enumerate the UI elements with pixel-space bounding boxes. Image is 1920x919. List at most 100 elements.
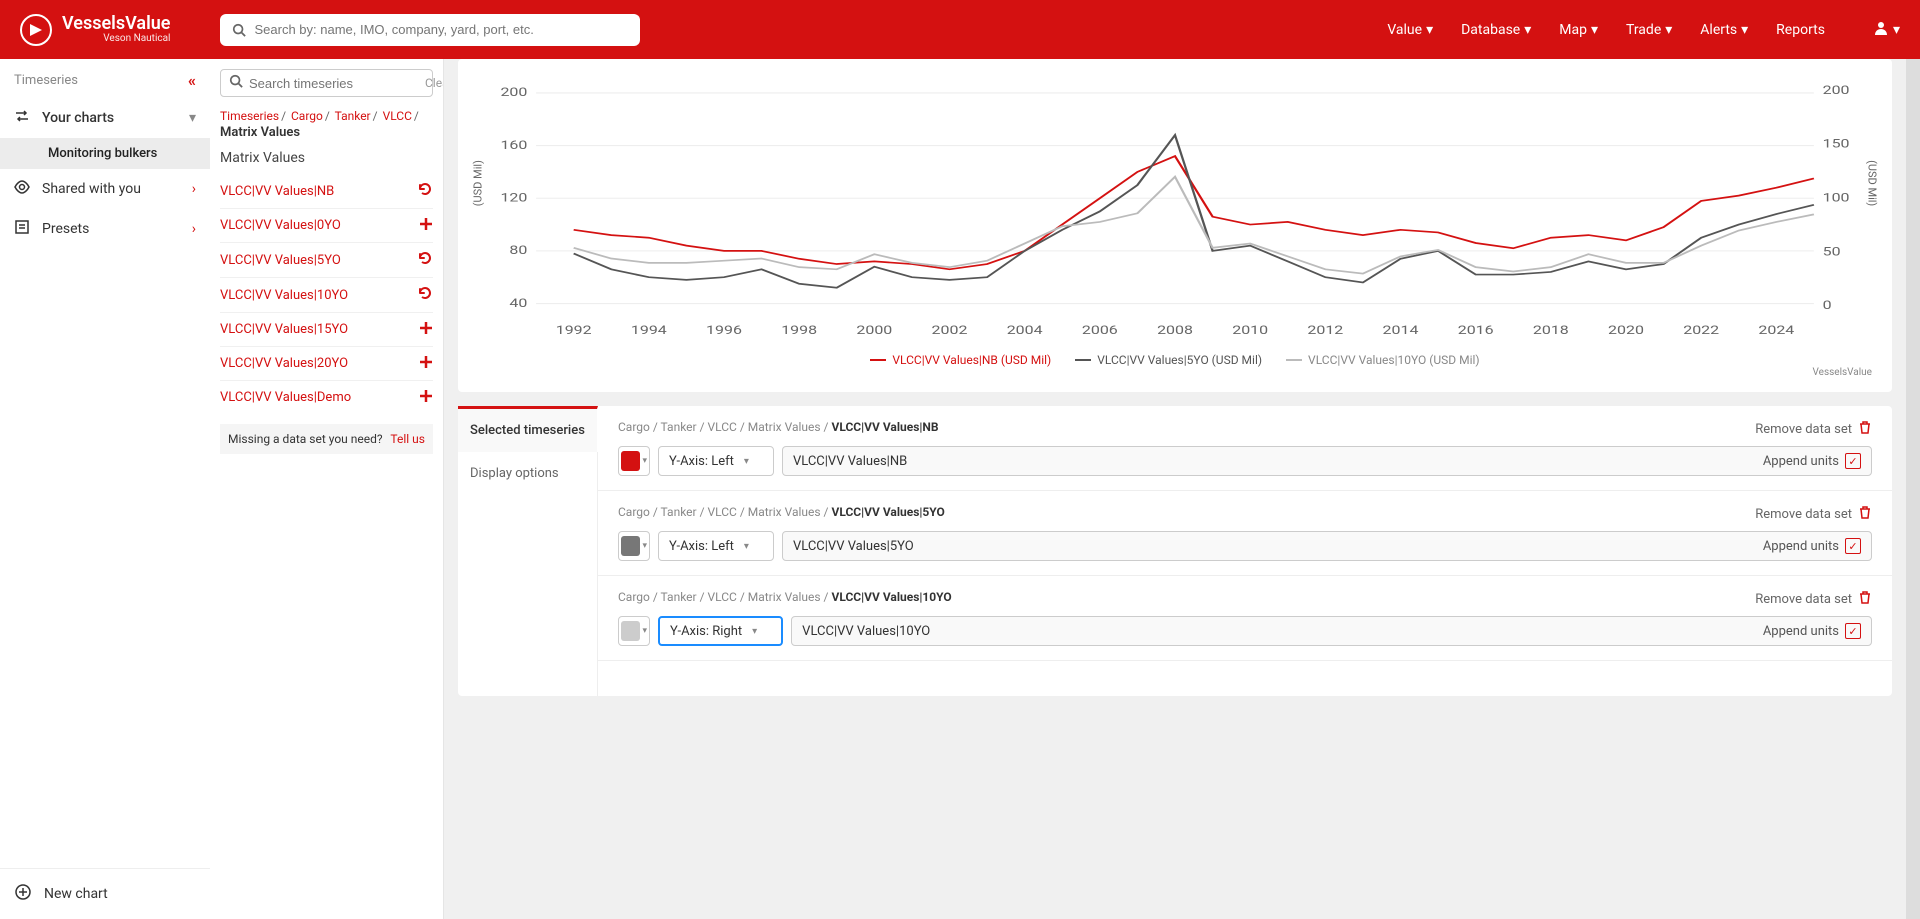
timeseries-item[interactable]: VLCC|VV Values|Demo [220,380,433,414]
svg-text:0: 0 [1823,299,1832,312]
tell-us-link[interactable]: Tell us [390,432,425,446]
crumb-vlcc[interactable]: VLCC [383,109,412,123]
svg-text:2016: 2016 [1458,324,1494,337]
main-content: (USD Mil) (USD Mil) 40801201602000501001… [444,59,1906,919]
timeseries-item[interactable]: VLCC|VV Values|10YO [220,277,433,312]
crumb-timeseries[interactable]: Timeseries [220,109,279,123]
svg-text:2004: 2004 [1007,324,1043,337]
nav-database[interactable]: Database▾ [1461,22,1531,38]
left-sidebar: Timeseries « Your charts ▾ Monitoring bu… [0,59,210,919]
nav-reports[interactable]: Reports [1776,22,1825,38]
nav-map[interactable]: Map▾ [1559,22,1598,38]
user-menu[interactable]: ▾ [1873,20,1900,40]
append-units-checkbox[interactable]: ✓ [1845,538,1861,554]
undo-icon[interactable] [417,181,433,201]
svg-text:2014: 2014 [1383,324,1419,337]
nav-value[interactable]: Value▾ [1387,22,1433,38]
global-search-input[interactable] [254,22,628,37]
global-search[interactable] [220,14,640,46]
top-nav: Value▾ Database▾ Map▾ Trade▾ Alerts▾ Rep… [1387,20,1900,40]
sidebar-your-charts[interactable]: Your charts ▾ [0,98,210,138]
timeseries-label: VLCC|VV Values|0YO [220,218,341,233]
legend-item[interactable]: VLCC|VV Values|10YO (USD Mil) [1286,353,1480,367]
y-axis-select[interactable]: Y-Axis: Left▾ [658,446,774,476]
sidebar-title: Timeseries [14,73,78,88]
remove-dataset-button[interactable]: Remove data set [1755,505,1872,523]
user-icon [1873,20,1889,40]
eye-icon [14,179,30,199]
nav-trade[interactable]: Trade▾ [1626,22,1672,38]
add-icon[interactable] [419,320,433,339]
logo[interactable]: VesselsValue Veson Nautical [20,14,170,46]
svg-text:2002: 2002 [932,324,968,337]
series-name-input[interactable]: VLCC|VV Values|5YOAppend units✓ [782,531,1872,561]
plus-circle-icon [14,883,32,905]
append-units-checkbox[interactable]: ✓ [1845,623,1861,639]
color-picker[interactable]: ▾ [618,531,650,561]
sidebar-item-monitoring-bulkers[interactable]: Monitoring bulkers [0,138,210,169]
sidebar-shared-with-you[interactable]: Shared with you › [0,169,210,209]
clear-search[interactable]: Clear [425,76,444,90]
breadcrumb: Timeseries/ Cargo/ Tanker/ VLCC/ [220,109,433,123]
svg-text:160: 160 [500,139,527,152]
chevron-down-icon: ▾ [642,541,647,551]
add-icon[interactable] [419,388,433,407]
undo-icon[interactable] [417,250,433,270]
timeseries-search[interactable]: Clear [220,69,433,97]
chevron-down-icon: ▾ [642,626,647,636]
append-units-checkbox[interactable]: ✓ [1845,453,1861,469]
color-picker[interactable]: ▾ [618,446,650,476]
sidebar-presets[interactable]: Presets › [0,209,210,249]
timeseries-item[interactable]: VLCC|VV Values|5YO [220,242,433,277]
legend-item[interactable]: VLCC|VV Values|NB (USD Mil) [870,353,1051,367]
timeseries-item[interactable]: VLCC|VV Values|15YO [220,312,433,346]
app-header: VesselsValue Veson Nautical Value▾ Datab… [0,0,1920,59]
svg-text:120: 120 [500,191,527,204]
nav-alerts[interactable]: Alerts▾ [1700,22,1748,38]
crumb-tanker[interactable]: Tanker [335,109,371,123]
config-card: Selected timeseries Display options Carg… [458,406,1892,696]
svg-text:50: 50 [1823,245,1841,258]
breadcrumb-current: Matrix Values [220,125,433,140]
remove-dataset-button[interactable]: Remove data set [1755,590,1872,608]
chart-area[interactable]: (USD Mil) (USD Mil) 40801201602000501001… [478,69,1872,349]
series-name-input[interactable]: VLCC|VV Values|NBAppend units✓ [782,446,1872,476]
chevron-down-icon: ▾ [1524,22,1531,38]
legend-item[interactable]: VLCC|VV Values|5YO (USD Mil) [1075,353,1262,367]
color-picker[interactable]: ▾ [618,616,650,646]
svg-text:1998: 1998 [781,324,817,337]
timeseries-item[interactable]: VLCC|VV Values|NB [220,174,433,208]
chevron-down-icon: ▾ [744,541,749,552]
add-icon[interactable] [419,216,433,235]
chevron-right-icon: › [192,221,196,237]
timeseries-item[interactable]: VLCC|VV Values|0YO [220,208,433,242]
chevron-down-icon: ▾ [642,456,647,466]
add-icon[interactable] [419,354,433,373]
tab-selected-timeseries[interactable]: Selected timeseries [458,406,598,452]
trash-icon [1858,590,1872,608]
collapse-sidebar-icon[interactable]: « [188,71,196,90]
selected-timeseries-row: Cargo / Tanker / VLCC / Matrix Values / … [598,406,1892,491]
tab-display-options[interactable]: Display options [458,452,597,495]
y-axis-select[interactable]: Y-Axis: Right▾ [658,616,783,646]
series-name-input[interactable]: VLCC|VV Values|10YOAppend units✓ [791,616,1872,646]
chevron-down-icon: ▾ [752,626,757,637]
timeseries-item[interactable]: VLCC|VV Values|20YO [220,346,433,380]
chart-legend: VLCC|VV Values|NB (USD Mil) VLCC|VV Valu… [478,353,1872,367]
new-chart-button[interactable]: New chart [0,868,210,919]
sidebar-title-row: Timeseries « [0,59,210,98]
config-body: Cargo / Tanker / VLCC / Matrix Values / … [598,406,1892,696]
crumb-cargo[interactable]: Cargo [291,109,323,123]
remove-dataset-button[interactable]: Remove data set [1755,420,1872,438]
list-icon [14,219,30,239]
svg-text:100: 100 [1823,191,1850,204]
config-tabs: Selected timeseries Display options [458,406,598,696]
y-axis-select[interactable]: Y-Axis: Left▾ [658,531,774,561]
timeseries-path: Cargo / Tanker / VLCC / Matrix Values / … [618,590,952,604]
search-icon [232,23,246,37]
scrollbar[interactable] [1906,59,1920,919]
undo-icon[interactable] [417,285,433,305]
chart-svg: 4080120160200050100150200199219941996199… [478,69,1872,349]
timeseries-search-input[interactable] [249,76,425,91]
brand-name: VesselsValue [62,15,170,33]
